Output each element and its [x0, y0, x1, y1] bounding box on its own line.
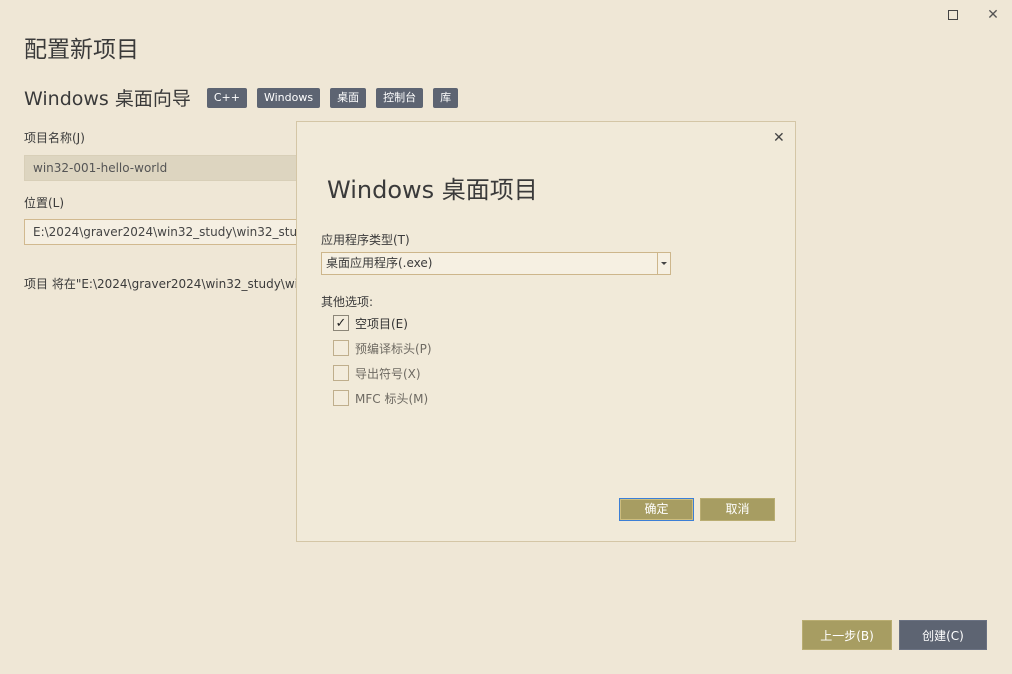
option-empty-project[interactable]: ✓ 空项目(E) [333, 314, 408, 332]
app-type-select[interactable]: 桌面应用程序(.exe) [321, 252, 671, 275]
export-symbols-label: 导出符号(X) [355, 366, 421, 381]
other-options-label: 其他选项: [321, 295, 374, 309]
back-button[interactable]: 上一步(B) [802, 620, 892, 650]
dialog-title: Windows 桌面项目 [327, 176, 538, 204]
create-button[interactable]: 创建(C) [899, 620, 987, 650]
tag-console: 控制台 [376, 87, 424, 108]
project-path-note: 项目 将在"E:\2024\graver2024\win32_study\win… [24, 277, 296, 291]
precompiled-header-checkbox[interactable] [333, 340, 349, 356]
chevron-down-icon[interactable] [657, 253, 670, 274]
dialog-close-icon[interactable]: ✕ [773, 130, 785, 146]
cancel-button[interactable]: 取消 [700, 498, 775, 521]
mfc-headers-label: MFC 标头(M) [355, 391, 429, 406]
tag-library: 库 [433, 87, 459, 108]
project-name-label: 项目名称(J) [24, 131, 85, 145]
location-input[interactable]: E:\2024\graver2024\win32_study\win32_stu… [24, 219, 314, 245]
maximize-button[interactable] [944, 6, 962, 24]
wizard-subtitle: Windows 桌面向导 [24, 88, 191, 110]
precompiled-header-label: 预编译标头(P) [355, 341, 432, 356]
ok-button[interactable]: 确定 [619, 498, 694, 521]
option-export-symbols[interactable]: 导出符号(X) [333, 364, 421, 382]
windows-desktop-project-dialog: ✕ Windows 桌面项目 应用程序类型(T) 桌面应用程序(.exe) 其他… [296, 121, 796, 542]
option-precompiled-header[interactable]: 预编译标头(P) [333, 339, 432, 357]
empty-project-label: 空项目(E) [355, 316, 408, 331]
maximize-icon [948, 10, 958, 20]
page-title: 配置新项目 [24, 37, 139, 63]
export-symbols-checkbox[interactable] [333, 365, 349, 381]
tag-cpp: C++ [206, 87, 247, 108]
checkmark-icon: ✓ [335, 315, 347, 331]
project-name-input[interactable]: win32-001-hello-world [24, 155, 314, 181]
location-label: 位置(L) [24, 196, 65, 210]
option-mfc-headers[interactable]: MFC 标头(M) [333, 389, 428, 407]
window-close-button[interactable]: ✕ [984, 6, 1002, 24]
close-icon: ✕ [987, 7, 999, 23]
subtitle-row: Windows 桌面向导 C++ Windows 桌面 控制台 库 [24, 84, 468, 111]
tag-desktop: 桌面 [330, 87, 367, 108]
app-type-value: 桌面应用程序(.exe) [326, 256, 433, 270]
tag-windows: Windows [256, 87, 321, 108]
mfc-headers-checkbox[interactable] [333, 390, 349, 406]
app-type-label: 应用程序类型(T) [321, 233, 410, 247]
empty-project-checkbox[interactable]: ✓ [333, 315, 349, 331]
